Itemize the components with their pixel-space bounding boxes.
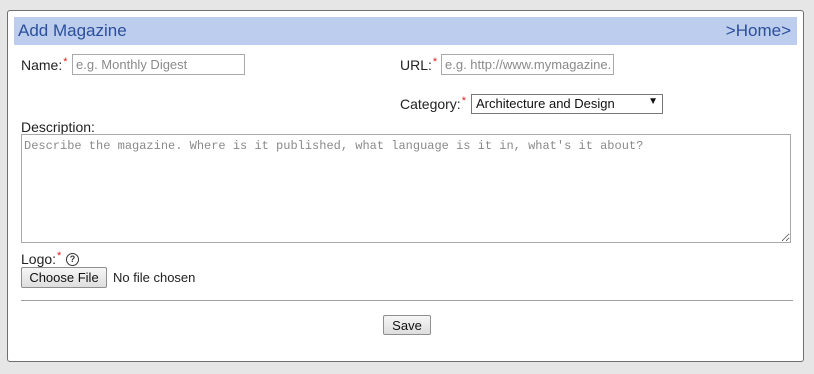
- name-input[interactable]: [72, 54, 245, 75]
- category-label: Category:*: [400, 95, 466, 112]
- logo-label: Logo:*: [21, 250, 62, 267]
- page-title: Add Magazine: [18, 21, 127, 40]
- url-label: URL:*: [400, 56, 438, 73]
- url-required-mark: *: [432, 56, 438, 68]
- file-status-text: No file chosen: [113, 270, 196, 285]
- panel-header: Add Magazine >Home>: [14, 17, 797, 45]
- home-link[interactable]: >Home>: [726, 21, 791, 41]
- choose-file-button[interactable]: Choose File: [21, 267, 107, 288]
- description-textarea[interactable]: [21, 134, 791, 243]
- name-required-mark: *: [63, 56, 68, 68]
- url-input[interactable]: [441, 54, 614, 75]
- chevron-down-icon: ▼: [648, 96, 658, 107]
- category-required-mark: *: [461, 95, 466, 107]
- category-select[interactable]: Architecture and Design ▼: [471, 94, 663, 114]
- category-selected-value: Architecture and Design: [476, 96, 615, 111]
- divider: [21, 300, 793, 301]
- add-magazine-panel: Add Magazine >Home> Name:* URL:* Categor…: [7, 10, 804, 362]
- name-label: Name:*: [21, 56, 68, 73]
- description-label: Description:: [21, 119, 95, 135]
- help-icon[interactable]: ?: [66, 253, 79, 266]
- save-button[interactable]: Save: [383, 315, 431, 335]
- logo-required-mark: *: [57, 250, 62, 262]
